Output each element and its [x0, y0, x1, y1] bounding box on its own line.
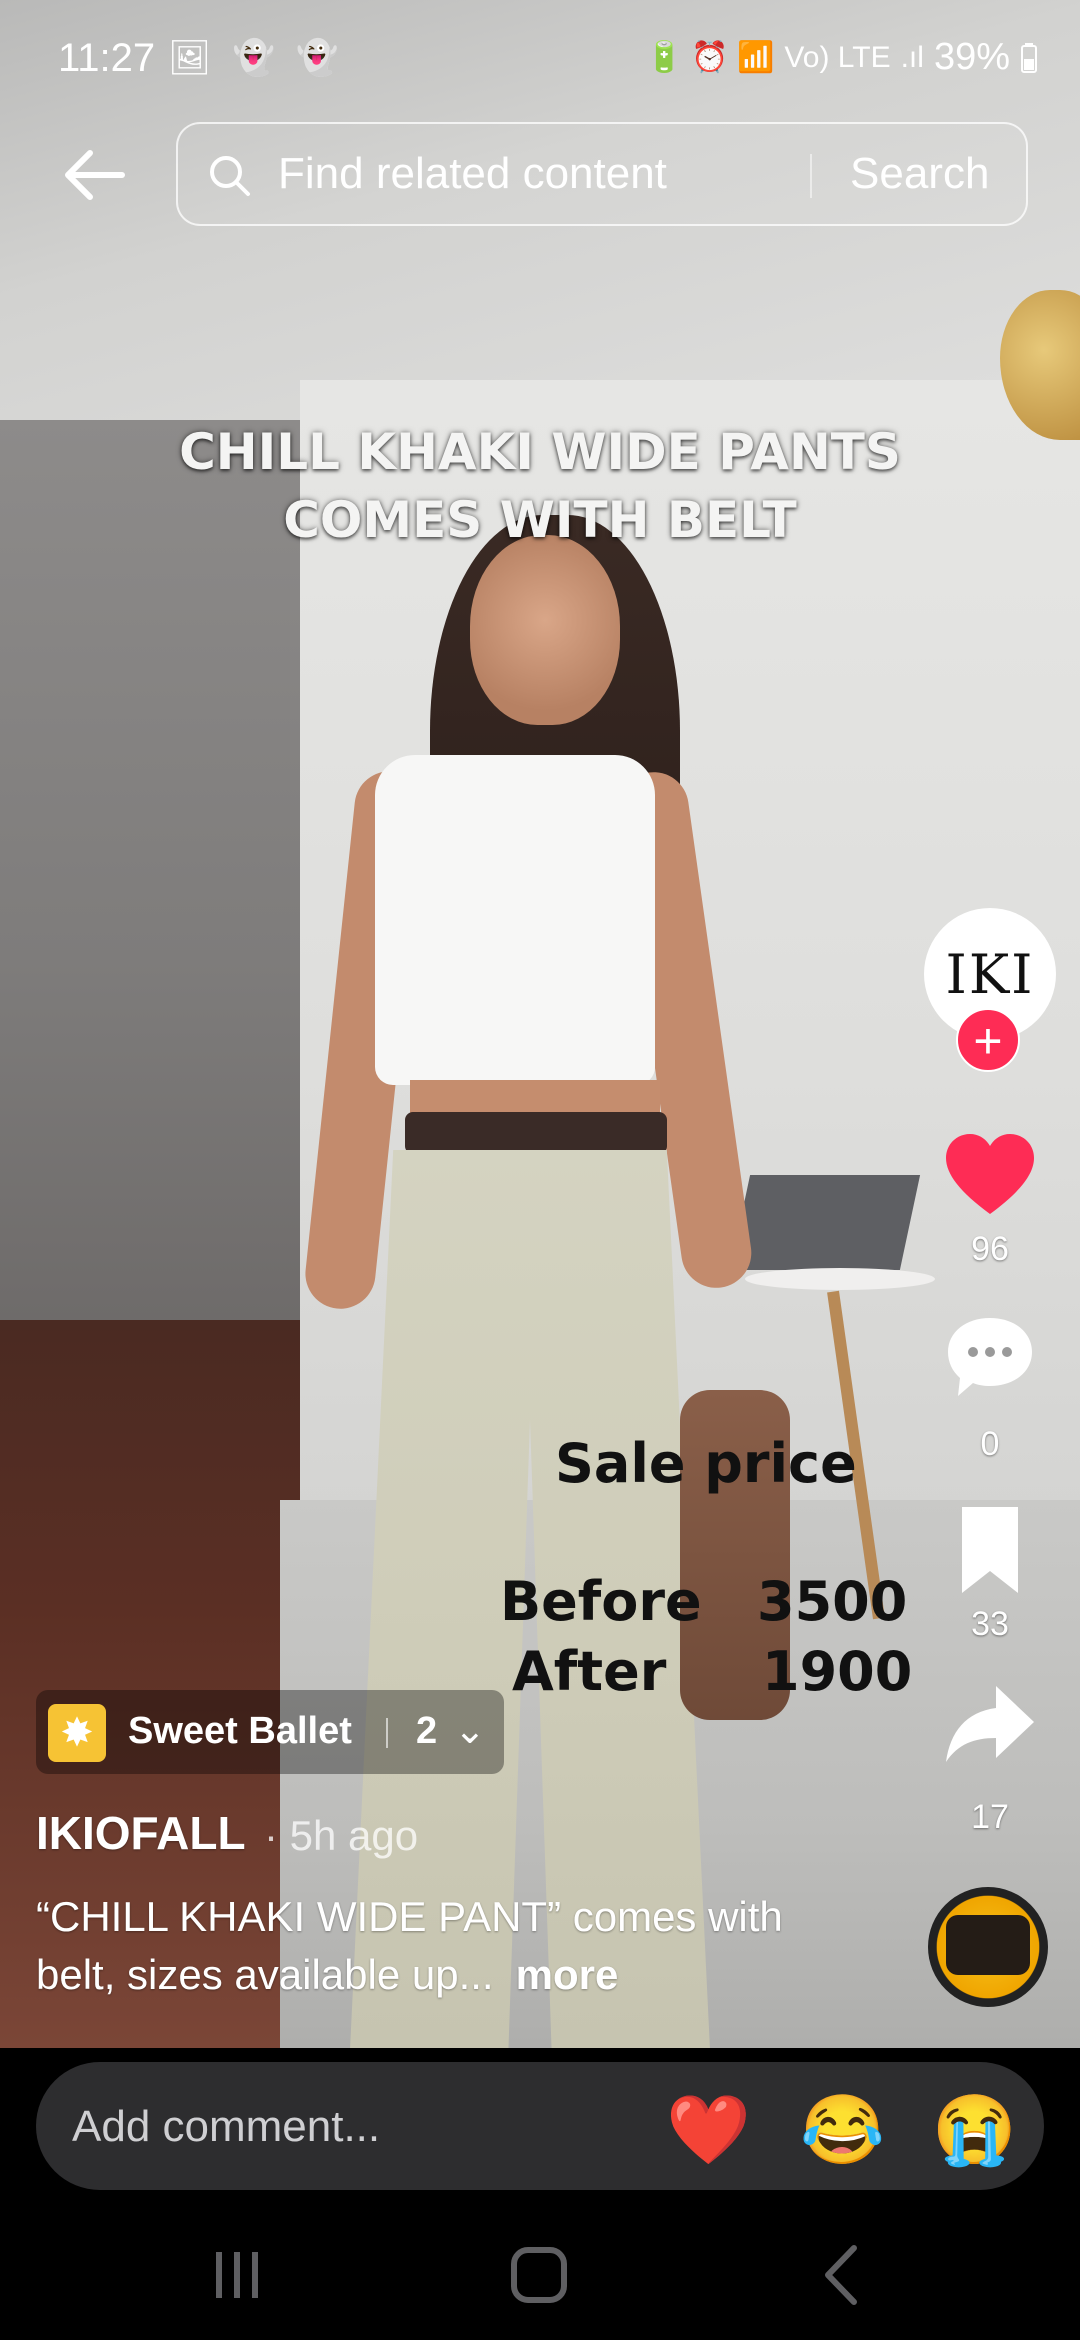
overlay-title-line: COMES WITH BELT: [283, 491, 797, 549]
comment-input[interactable]: Add comment... ❤️ 😂 😭: [36, 2062, 1044, 2190]
battery-level: 39%: [933, 36, 1010, 78]
search-placeholder: Find related content: [278, 149, 667, 198]
chevron-down-icon: ⌄: [454, 1710, 486, 1752]
scene-left-wall: [0, 420, 300, 1320]
search-field[interactable]: Find related content Search: [176, 122, 1028, 226]
home-icon[interactable]: [504, 2240, 574, 2310]
caption-more-link[interactable]: more: [516, 1951, 619, 1998]
notification-icons: 🖼 👻 👻: [168, 39, 345, 77]
after-price: 1900: [762, 1640, 913, 1703]
bookmark-icon[interactable]: [940, 1505, 1040, 1595]
status-right: 🔋 ⏰ 📶 Vo) LTE .ıl 39%: [646, 36, 1038, 79]
comment-placeholder: Add comment...: [72, 2102, 381, 2151]
person-head: [470, 535, 620, 725]
sound-count: 2: [416, 1710, 438, 1752]
before-label: Before: [500, 1570, 702, 1633]
status-icons: 🔋 ⏰ 📶: [645, 41, 775, 74]
saves-count: 33: [971, 1605, 1009, 1643]
comment-icon[interactable]: [940, 1312, 1040, 1402]
post-caption[interactable]: “CHILL KHAKI WIDE PANT” comes with belt,…: [36, 1888, 856, 2004]
author-name[interactable]: IKIOFALL: [36, 1806, 246, 1860]
sale-price-title: Sale price: [555, 1432, 857, 1495]
emoji-cry-button[interactable]: 😭: [932, 2090, 1017, 2170]
system-nav-bar: [0, 2200, 1080, 2340]
search-icon: [210, 156, 250, 196]
likes-count: 96: [971, 1230, 1009, 1268]
network-label: Vo) LTE: [784, 40, 891, 74]
recent-apps-icon[interactable]: [202, 2240, 272, 2310]
emoji-heart-button[interactable]: ❤️: [666, 2090, 751, 2170]
after-label: After: [512, 1640, 667, 1703]
comment-bar: Add comment... ❤️ 😂 😭: [0, 2048, 1080, 2200]
comments-count: 0: [980, 1425, 1000, 1463]
sparkle-icon: ✸: [48, 1704, 106, 1762]
overlay-title-line: CHILL KHAKI WIDE PANTS: [179, 423, 901, 481]
sound-name: Sweet Ballet: [128, 1710, 352, 1752]
arrow-left-icon: [65, 150, 125, 200]
status-time: 11:27: [58, 36, 156, 80]
search-divider: [810, 154, 812, 198]
signal-icon: .ıl: [900, 40, 924, 74]
music-disc-icon[interactable]: [928, 1887, 1048, 2007]
sound-divider: [386, 1718, 388, 1748]
sound-chip[interactable]: ✸ Sweet Ballet 2 ⌄: [36, 1690, 504, 1774]
shares-count: 17: [971, 1798, 1009, 1836]
scene-table: [745, 1268, 935, 1290]
caption-text: “CHILL KHAKI WIDE PANT” comes with belt,…: [36, 1893, 783, 1998]
share-icon[interactable]: [940, 1680, 1040, 1770]
back-button[interactable]: [60, 145, 130, 205]
follow-button[interactable]: +: [956, 1008, 1020, 1072]
before-price: 3500: [757, 1570, 908, 1633]
music-cover-art: [946, 1915, 1030, 1975]
emoji-laugh-button[interactable]: 😂: [800, 2090, 885, 2170]
heart-icon[interactable]: [940, 1130, 1040, 1220]
person-belt: [405, 1112, 667, 1154]
post-time: · 5h ago: [264, 1812, 419, 1859]
status-bar: 11:27 🖼 👻 👻 🔋 ⏰ 📶 Vo) LTE .ıl 39%: [0, 0, 1080, 120]
search-button[interactable]: Search: [850, 149, 989, 199]
video-title-overlay: CHILL KHAKI WIDE PANTS COMES WITH BELT: [120, 418, 960, 554]
scene-laptop: [729, 1175, 921, 1270]
back-nav-icon[interactable]: [808, 2240, 878, 2310]
avatar-logo-text: IKI: [945, 942, 1035, 1006]
person-top: [375, 755, 655, 1085]
battery-icon: [1021, 42, 1037, 73]
